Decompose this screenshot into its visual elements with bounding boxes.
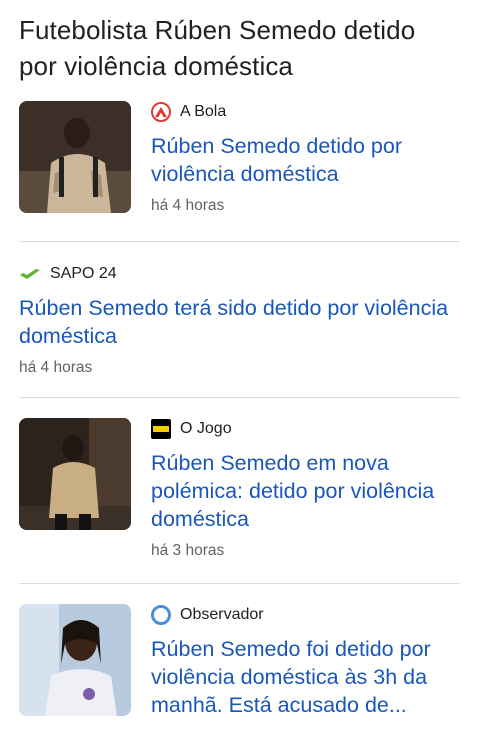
article-source: Observador [151,604,460,626]
article-source: SAPO 24 [19,263,460,285]
source-name: SAPO 24 [50,265,117,282]
ojogo-logo-icon [151,419,171,439]
article-time: há 4 horas [19,359,93,376]
article-headline[interactable]: Rúben Semedo detido por violência domést… [151,132,460,188]
article-thumbnail[interactable] [19,101,131,213]
article-headline[interactable]: Rúben Semedo foi detido por violência do… [151,635,460,719]
article-body: O Jogo Rúben Semedo em nova polémica: de… [151,418,460,560]
abola-logo-icon [151,102,171,122]
article-card[interactable]: A Bola Rúben Semedo detido por violência… [19,101,460,242]
article-time: há 4 horas [151,197,225,214]
article-source: O Jogo [151,418,460,440]
source-name: A Bola [180,103,227,120]
player-photo-image [19,604,131,716]
observador-logo-icon [151,605,171,625]
article-body: Observador Rúben Semedo foi detido por v… [151,604,460,719]
article-body: A Bola Rúben Semedo detido por violência… [151,101,460,215]
article-card[interactable]: O Jogo Rúben Semedo em nova polémica: de… [19,398,460,584]
article-thumbnail[interactable] [19,418,131,530]
player-photo-image [19,418,131,530]
news-page: Futebolista Rúben Semedo detido por viol… [0,0,479,744]
article-headline[interactable]: Rúben Semedo em nova polémica: detido po… [151,449,460,533]
page-title: Futebolista Rúben Semedo detido por viol… [19,15,416,81]
source-name: Observador [180,606,264,623]
article-thumbnail[interactable] [19,604,131,716]
article-card[interactable]: SAPO 24 Rúben Semedo terá sido detido po… [19,242,460,398]
player-photo-image [19,101,131,213]
source-name: O Jogo [180,420,232,437]
article-source: A Bola [151,101,460,123]
article-list: A Bola Rúben Semedo detido por violência… [19,101,460,744]
sapo-logo-icon [19,264,41,284]
article-card[interactable]: Observador Rúben Semedo foi detido por v… [19,584,460,744]
article-headline[interactable]: Rúben Semedo terá sido detido por violên… [19,294,460,350]
article-time: há 3 horas [151,542,225,559]
